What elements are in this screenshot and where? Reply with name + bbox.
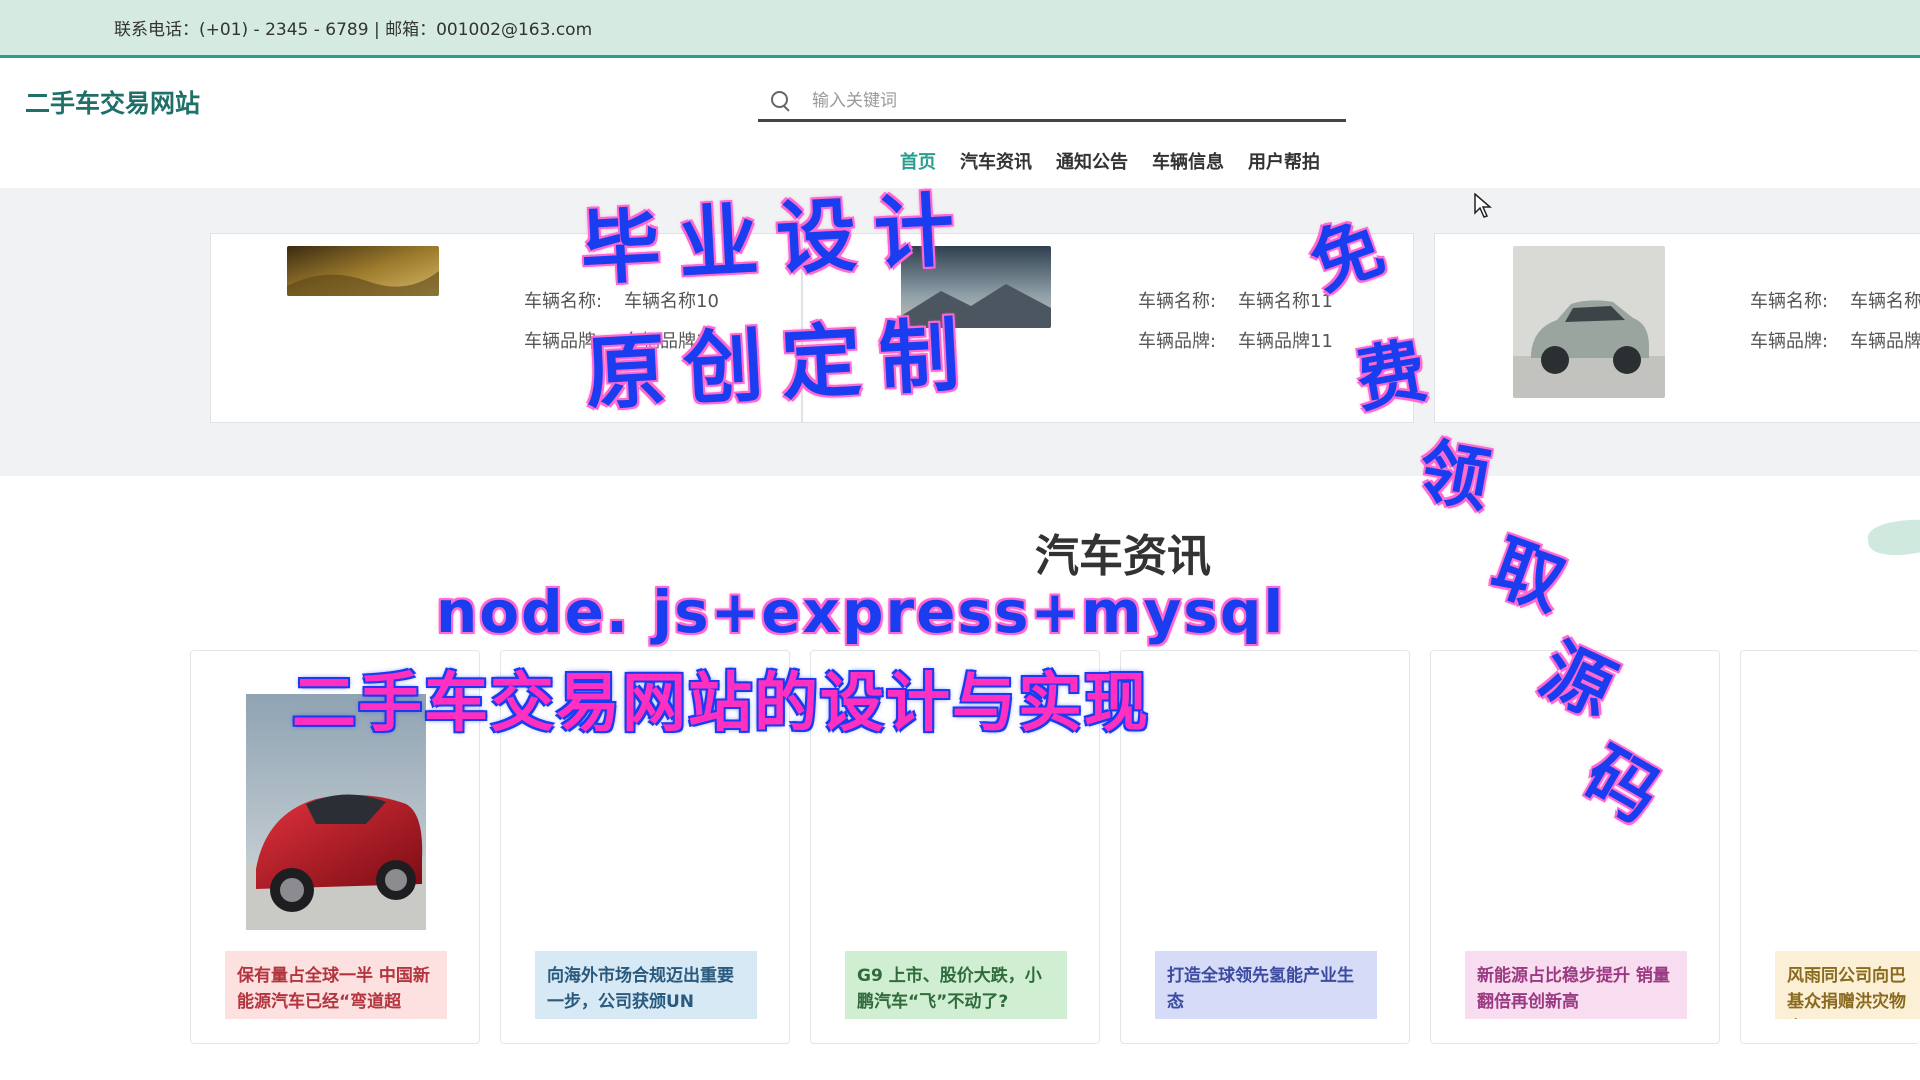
site-logo[interactable]: 二手车交易网站	[25, 84, 200, 120]
search-input[interactable]	[812, 90, 1332, 111]
vehicle-name-label: 车辆名称:	[1138, 291, 1217, 312]
vehicle-card[interactable]: 车辆名称: 车辆名称 车辆品牌: 车辆品牌	[1434, 233, 1920, 423]
vehicle-brand: 车辆品牌	[1850, 331, 1920, 352]
vehicle-name: 车辆名称11	[1238, 291, 1333, 312]
news-title[interactable]: 向海外市场合规迈出重要一步，公司获颁UN	[535, 951, 757, 1019]
news-title[interactable]: 打造全球领先氢能产业生态	[1155, 951, 1377, 1019]
nav-help[interactable]: 用户帮拍	[1248, 148, 1320, 174]
overlay-line-4: 二手车交易网站的设计与实现	[292, 667, 1150, 741]
vehicle-image	[287, 246, 439, 296]
vehicle-brand: 车辆品牌11	[1238, 331, 1333, 352]
vehicle-name-label: 车辆名称:	[1750, 291, 1829, 312]
decorative-brush	[1866, 514, 1920, 560]
vehicle-brand-label: 车辆品牌:	[1138, 331, 1217, 352]
vehicle-name: 车辆名称	[1850, 291, 1920, 312]
nav-vehicles[interactable]: 车辆信息	[1152, 148, 1224, 174]
contact-bar: 联系电话：(+01) - 2345 - 6789 | 邮箱：001002@163…	[0, 0, 1920, 58]
overlay-line-1: 毕业设计	[578, 182, 975, 297]
search-bar	[758, 82, 1346, 122]
news-title[interactable]: G9 上市、股价大跌，小鹏汽车“飞”不动了?	[845, 951, 1067, 1019]
mouse-cursor-icon	[1474, 193, 1492, 218]
contact-text: 联系电话：(+01) - 2345 - 6789 | 邮箱：001002@163…	[114, 20, 593, 40]
nav-car-news[interactable]: 汽车资讯	[960, 148, 1032, 174]
nav-notices[interactable]: 通知公告	[1056, 148, 1128, 174]
news-title[interactable]: 保有量占全球一半 中国新能源汽车已经“弯道超	[225, 951, 447, 1019]
overlay-vertical-char: 取	[1481, 525, 1576, 627]
news-card[interactable]: 打造全球领先氢能产业生态	[1120, 650, 1410, 1044]
search-icon[interactable]	[770, 90, 792, 112]
vehicle-brand-label: 车辆品牌:	[1750, 331, 1829, 352]
overlay-line-2: 原创定制	[583, 307, 980, 422]
page: 联系电话：(+01) - 2345 - 6789 | 邮箱：001002@163…	[0, 0, 1920, 1080]
news-card[interactable]: 风雨同公司向巴基众捐赠洪灾物资	[1740, 650, 1920, 1044]
news-title[interactable]: 新能源占比稳步提升 销量翻倍再创新高	[1465, 951, 1687, 1019]
overlay-line-3: node. js+express+mysql	[436, 578, 1286, 646]
news-title[interactable]: 风雨同公司向巴基众捐赠洪灾物资	[1775, 951, 1920, 1019]
news-section-title: 汽车资讯	[1035, 531, 1211, 582]
vehicle-image	[1513, 246, 1665, 398]
